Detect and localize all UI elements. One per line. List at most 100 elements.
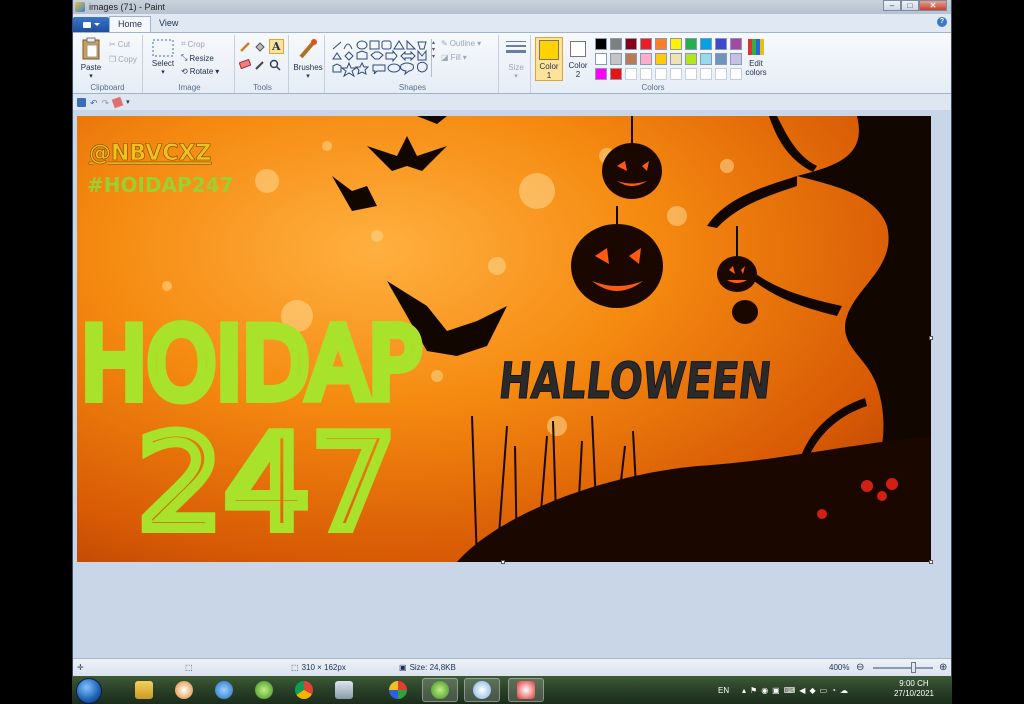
palette-color-swatch[interactable]	[640, 53, 652, 65]
redo-icon[interactable]: ↷	[102, 98, 110, 108]
flag-icon[interactable]: ⚑	[750, 686, 757, 695]
paint-app-taskbar[interactable]	[464, 678, 500, 702]
resize-handle-bottom[interactable]	[501, 560, 505, 564]
select-button[interactable]: Select ▾	[149, 39, 177, 76]
size-button[interactable]: Size ▾	[503, 39, 529, 80]
palette-color-swatch[interactable]	[670, 38, 682, 50]
clock[interactable]: 9:00 CH 27/10/2021	[894, 679, 934, 699]
antivirus-icon[interactable]: ◆	[809, 686, 815, 695]
paint-app-icon[interactable]	[75, 2, 85, 12]
zoom-slider[interactable]	[873, 667, 933, 669]
palette-color-swatch[interactable]	[685, 53, 697, 65]
text-tool[interactable]: A	[269, 39, 284, 54]
rotate-button[interactable]: ⟲ Rotate ▾	[181, 67, 219, 76]
monitor-icon[interactable]: ▭	[820, 686, 828, 695]
title-bar[interactable]: images (71) - Paint – □ ✕	[73, 0, 951, 14]
palette-color-swatch[interactable]	[595, 53, 607, 65]
palette-color-swatch[interactable]	[640, 38, 652, 50]
tab-view[interactable]: View	[151, 16, 186, 32]
internet-explorer-app[interactable]	[206, 678, 242, 702]
shield-icon[interactable]: ▣	[772, 686, 780, 695]
color1-button[interactable]: Color 1	[535, 37, 563, 81]
copy-button[interactable]: ❐ Copy	[109, 55, 137, 64]
palette-color-swatch[interactable]	[625, 38, 637, 50]
chrome-app[interactable]	[286, 678, 322, 702]
shapes-gallery[interactable]	[331, 39, 431, 79]
zoom-slider-thumb[interactable]	[910, 662, 916, 673]
cut-button[interactable]: ✂ Cut	[109, 40, 130, 49]
palette-empty-swatch[interactable]	[700, 68, 712, 80]
file-size: ▣ Size: 24,8KB	[399, 663, 456, 672]
palette-empty-swatch[interactable]	[670, 68, 682, 80]
shapes-scroll[interactable]: ▴ ▾ ▾	[431, 39, 437, 77]
calculator-app[interactable]	[326, 678, 362, 702]
palette-empty-swatch[interactable]	[685, 68, 697, 80]
resize-button[interactable]: ⤡ Resize	[181, 53, 214, 63]
quick-access-toolbar: ↶ ↷ ▾	[73, 95, 951, 110]
palette-color-swatch[interactable]	[595, 38, 607, 50]
zoom-in-icon[interactable]: ⊕	[939, 662, 947, 673]
image-canvas[interactable]: HALLOWEEN @NBVCXZ #HOIDAP247 HOIDAP 247	[77, 116, 931, 562]
shapes-group-label: Shapes	[398, 83, 427, 92]
palette-color-swatch[interactable]	[610, 38, 622, 50]
customize-qat-icon[interactable]: ▾	[126, 98, 130, 107]
help-icon[interactable]: ?	[937, 17, 947, 27]
palette-color-swatch[interactable]	[685, 38, 697, 50]
palette-color-swatch[interactable]	[715, 53, 727, 65]
network-icon[interactable]: ◉	[761, 686, 768, 695]
cloud-icon[interactable]: ☁	[840, 686, 848, 695]
green-app-icon	[431, 681, 449, 699]
color2-button[interactable]: Color 2	[565, 37, 591, 81]
language-indicator[interactable]: EN	[718, 676, 729, 704]
paste-button[interactable]: Paste ▾	[77, 37, 105, 80]
eraser-tool[interactable]	[239, 59, 251, 69]
fill-button[interactable]: ◪ Fill ▾	[441, 53, 467, 62]
maximize-button[interactable]: □	[901, 0, 919, 11]
palette-color-swatch[interactable]	[610, 68, 622, 80]
tab-home[interactable]: Home	[109, 16, 152, 32]
canvas-area[interactable]: HALLOWEEN @NBVCXZ #HOIDAP247 HOIDAP 247	[73, 110, 951, 658]
palette-color-swatch[interactable]	[595, 68, 607, 80]
paint-menu-button[interactable]	[73, 17, 109, 32]
palette-color-swatch[interactable]	[700, 53, 712, 65]
media-player-app[interactable]	[166, 678, 202, 702]
palette-color-swatch[interactable]	[610, 53, 622, 65]
volume-icon[interactable]: ◀	[799, 686, 805, 695]
magnifier-tool[interactable]	[269, 59, 281, 71]
show-hidden-icons-icon[interactable]: ▴	[742, 686, 746, 695]
photos-app[interactable]	[380, 678, 416, 702]
keyboard-icon[interactable]: ⌨	[784, 686, 796, 695]
green-app-active[interactable]	[422, 678, 458, 702]
edit-colors-button[interactable]: Edit colors	[741, 37, 771, 77]
resize-handle-right[interactable]	[929, 336, 933, 340]
outline-button[interactable]: ✎ Outline ▾	[441, 39, 481, 48]
brushes-button[interactable]: Brushes ▾	[293, 37, 323, 80]
wifi-icon[interactable]: ◔	[831, 686, 836, 695]
palette-color-swatch[interactable]	[655, 53, 667, 65]
save-icon[interactable]	[77, 98, 86, 107]
zoom-out-icon[interactable]: ⊖	[856, 662, 864, 673]
fill-tool[interactable]	[254, 41, 266, 53]
crop-button[interactable]: ⌗ Crop	[181, 39, 205, 49]
palette-empty-swatch[interactable]	[655, 68, 667, 80]
explorer-app[interactable]	[126, 678, 162, 702]
palette-color-swatch[interactable]	[715, 38, 727, 50]
palette-empty-swatch[interactable]	[625, 68, 637, 80]
red-app-taskbar[interactable]	[508, 678, 544, 702]
start-button[interactable]	[76, 678, 102, 704]
pencil-tool[interactable]	[239, 41, 251, 53]
palette-color-swatch[interactable]	[670, 53, 682, 65]
palette-empty-swatch[interactable]	[640, 68, 652, 80]
resize-handle-corner[interactable]	[929, 560, 933, 564]
minimize-button[interactable]: –	[883, 0, 901, 11]
undo-icon[interactable]: ↶	[90, 98, 98, 108]
palette-empty-swatch[interactable]	[715, 68, 727, 80]
palette-color-swatch[interactable]	[655, 38, 667, 50]
close-button[interactable]: ✕	[919, 0, 947, 11]
palette-color-swatch[interactable]	[625, 53, 637, 65]
eraser-icon[interactable]	[111, 96, 124, 109]
color-picker-tool[interactable]	[254, 59, 266, 71]
app-green[interactable]	[246, 678, 282, 702]
palette-color-swatch[interactable]	[700, 38, 712, 50]
edit-colors-label: Edit	[749, 59, 763, 68]
